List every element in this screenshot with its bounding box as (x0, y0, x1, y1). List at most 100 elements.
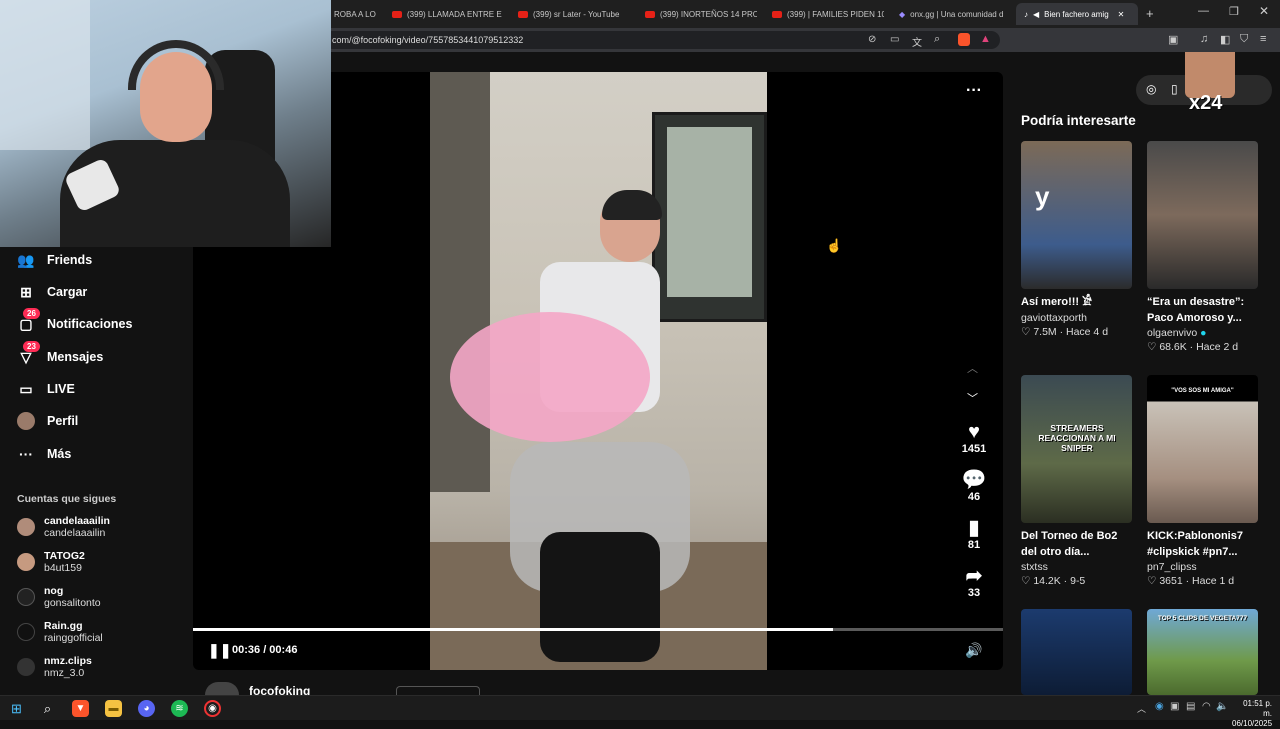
sticker-text: x24 (1189, 92, 1223, 114)
bookmark-icon: ▮ (968, 517, 980, 539)
browser-tab[interactable]: (399) INORTEÑOS 14 PRO (637, 3, 757, 25)
nav-messages[interactable]: ▽ 23 Mensajes (17, 341, 103, 366)
inbox-icon: ▢ 26 (17, 308, 40, 333)
webcam-overlay (0, 0, 331, 247)
window-light (0, 0, 90, 150)
profile-icon (17, 412, 35, 430)
avatar (17, 623, 35, 641)
nav-live[interactable]: ▭ LIVE (17, 380, 74, 398)
video-frame[interactable] (430, 72, 767, 670)
browser-tab[interactable]: ◆ onx.gg | Una comunidad d (891, 3, 1011, 25)
tray-chevron-icon[interactable]: ︿ (1137, 702, 1146, 715)
windows-start-icon[interactable]: ⊞ (8, 700, 25, 717)
spotify-icon[interactable]: ≋ (171, 700, 188, 717)
zoom-icon[interactable]: ⌕ (934, 33, 940, 46)
file-explorer-icon[interactable]: ▬ (105, 700, 122, 717)
pink-tutu (450, 312, 650, 442)
close-window-icon[interactable]: ✕ (1259, 4, 1269, 18)
comment-icon: 💬 (961, 469, 987, 491)
panel-icon[interactable]: ◧ (1220, 33, 1230, 46)
following-account[interactable]: nmz.clips nmz_3.0 (17, 655, 92, 679)
vpn-icon[interactable]: ⛉ (1240, 33, 1248, 46)
comment-button[interactable]: 💬 46 (958, 469, 990, 503)
compass-icon[interactable]: ◎ (1146, 82, 1156, 96)
next-video-icon[interactable]: ﹀ (967, 390, 978, 406)
volume-tray-icon[interactable]: 🔈 (1216, 701, 1228, 712)
black-shorts (540, 532, 660, 662)
search-icon[interactable]: ⌕ (39, 700, 56, 717)
pause-icon[interactable]: ❚❚ (208, 642, 231, 659)
video-thumbnail (1147, 141, 1258, 289)
video-thumbnail: y (1021, 141, 1132, 289)
follow-button[interactable] (396, 686, 480, 695)
recommend-card[interactable]: “Era un desastre”: Paco Amoroso y... olg… (1147, 141, 1258, 353)
video-thumbnail: TOP 5 CLIPS DE VEGETA777 (1147, 609, 1258, 695)
minimize-icon[interactable]: — (1198, 5, 1209, 17)
author-avatar[interactable] (205, 682, 239, 695)
menu-icon[interactable]: ≡ (1260, 33, 1266, 45)
browser-tab[interactable]: ROBA A LO (326, 3, 384, 25)
friends-icon: 👥 (17, 251, 35, 268)
new-tab-icon[interactable]: + (1146, 6, 1154, 21)
brave-shield-icon[interactable] (958, 33, 970, 46)
save-button[interactable]: ▮ 81 (958, 517, 990, 551)
tray-steam-icon[interactable]: ◉ (1155, 701, 1164, 712)
browser-tab[interactable]: (399) sr Later - YouTube (510, 3, 630, 25)
recommend-heading: Podría interesarte (1021, 113, 1136, 128)
recommend-card[interactable] (1021, 609, 1132, 695)
browser-tab[interactable]: (399) LLAMADA ENTRE EL (384, 3, 502, 25)
browser-tab[interactable]: (399) | FAMILIES PIDEN 10 (764, 3, 884, 25)
cast-icon[interactable]: ▭ (890, 34, 899, 45)
youtube-icon (392, 10, 402, 18)
browser-tab-active[interactable]: ♪ ◀ Bien fachero amig ✕ (1016, 3, 1138, 25)
translate-icon[interactable]: 文 (912, 34, 922, 49)
more-options-icon[interactable]: ··· (966, 82, 982, 100)
nav-more[interactable]: ··· Más (17, 445, 71, 463)
doorway (430, 72, 490, 492)
recommend-card[interactable]: "VOS SOS MI AMIGA" KICK:Pablononis7 #cli… (1147, 375, 1258, 587)
nav-notifications[interactable]: ▢ 26 Notificaciones (17, 308, 132, 333)
following-account[interactable]: Rain.gg rainggofficial (17, 620, 103, 644)
upload-icon: ⊞ (20, 283, 32, 300)
window-frame (652, 112, 767, 322)
device-icon[interactable]: ▯ (1171, 82, 1178, 96)
discord-icon[interactable]: ◕ (138, 700, 155, 717)
avatar (17, 518, 35, 536)
message-badge: 23 (23, 341, 40, 352)
brave-browser-icon[interactable]: ▼ (72, 700, 89, 717)
author-name[interactable]: focofoking (249, 684, 310, 695)
obs-icon[interactable]: ◉ (204, 700, 221, 717)
clock[interactable]: 01:51 p. m. 06/10/2025 (1232, 699, 1272, 729)
headphones (128, 40, 224, 90)
video-thumbnail: "VOS SOS MI AMIGA" (1147, 375, 1258, 523)
onx-icon: ◆ (899, 9, 906, 19)
tray-app-icon[interactable]: ▣ (1170, 701, 1179, 712)
recommend-card[interactable]: TOP 5 CLIPS DE VEGETA777 (1147, 609, 1258, 695)
media-icon[interactable]: ♫ (1200, 33, 1208, 45)
tray-app-icon[interactable]: ▤ (1186, 701, 1195, 712)
nav-friends[interactable]: 👥 Friends (17, 251, 92, 269)
progress-fill (193, 628, 833, 631)
mute-site-icon[interactable]: ⊘ (868, 34, 876, 45)
progress-bar[interactable] (193, 628, 1003, 631)
verified-icon: ● (1200, 327, 1207, 339)
share-icon: ➦ (965, 565, 983, 587)
video-thumbnail (1021, 609, 1132, 695)
nav-profile[interactable]: Perfil (17, 412, 78, 430)
wifi-icon[interactable]: ◠ (1202, 701, 1211, 712)
recommend-card[interactable]: y Así mero!!! 𓀀 gaviottaxporth ♡ 7.5M · … (1021, 141, 1132, 338)
share-button[interactable]: ➦ 33 (958, 565, 990, 599)
following-account[interactable]: candelaaailin candelaaailin (17, 515, 110, 539)
following-account[interactable]: nog gonsalitonto (17, 585, 101, 609)
nav-upload[interactable]: ⊞ Cargar (17, 283, 87, 301)
close-tab-icon[interactable]: ✕ (1118, 10, 1125, 19)
restore-icon[interactable]: ❐ (1229, 5, 1239, 18)
rewards-icon[interactable]: ▲ (980, 33, 991, 45)
recommend-card[interactable]: STREAMERS REACCIONAN A MI SNIPER Del Tor… (1021, 375, 1132, 587)
previous-video-icon[interactable]: ︿ (967, 360, 978, 376)
like-button[interactable]: ♥ 1451 (958, 421, 990, 455)
volume-icon[interactable]: 🔊 (965, 642, 982, 659)
time-display: 00:36 / 00:46 (232, 644, 298, 656)
following-account[interactable]: TATOG2 b4ut159 (17, 550, 85, 574)
sidebar-toggle-icon[interactable]: ▣ (1168, 33, 1178, 46)
